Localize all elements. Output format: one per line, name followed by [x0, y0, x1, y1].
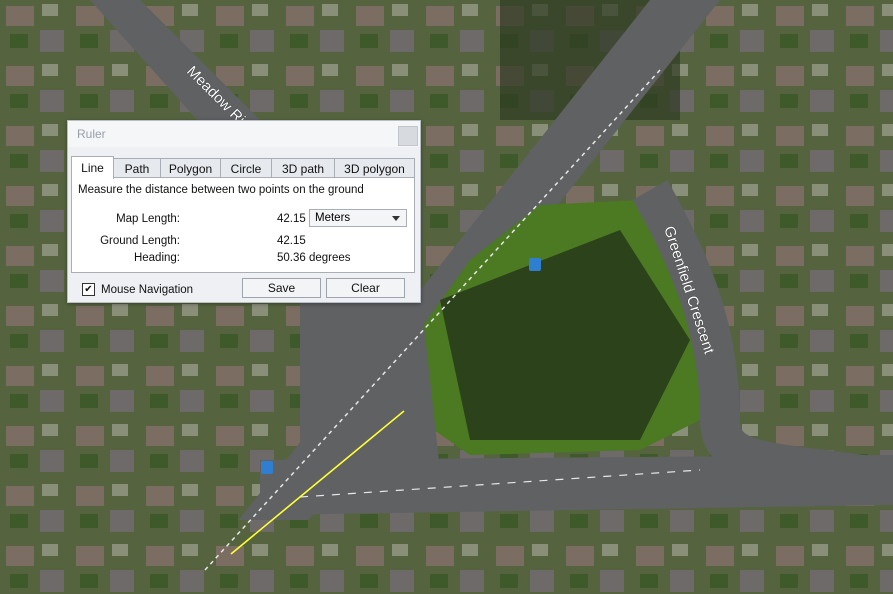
close-button[interactable]: [398, 126, 418, 146]
ruler-title: Ruler: [77, 127, 106, 141]
map-length-value: 42.15: [277, 213, 306, 225]
tab-3d-path[interactable]: 3D path: [271, 158, 335, 178]
mouse-navigation-checkbox[interactable]: ✔: [82, 283, 95, 296]
tab-path[interactable]: Path: [113, 158, 161, 178]
ruler-titlebar[interactable]: Ruler: [68, 121, 420, 147]
chevron-down-icon: [392, 216, 400, 221]
mouse-navigation-label: Mouse Navigation: [101, 283, 194, 296]
mouse-navigation-toggle[interactable]: ✔ Mouse Navigation: [82, 283, 193, 296]
ground-length-label: Ground Length:: [100, 235, 180, 247]
bus-stop-icon[interactable]: [529, 258, 541, 271]
save-button[interactable]: Save: [242, 278, 321, 298]
clear-button[interactable]: Clear: [326, 278, 405, 298]
line-panel: Measure the distance between two points …: [71, 177, 415, 273]
units-selected-value: Meters: [315, 212, 351, 224]
ruler-tabs: Line Path Polygon Circle 3D path 3D poly…: [71, 156, 415, 179]
map-length-label: Map Length:: [116, 213, 180, 225]
tab-polygon[interactable]: Polygon: [160, 158, 221, 178]
bus-stop-icon[interactable]: [261, 461, 273, 474]
tab-3d-polygon[interactable]: 3D polygon: [334, 158, 415, 178]
heading-value: 50.36 degrees: [277, 252, 351, 264]
tab-line[interactable]: Line: [71, 156, 114, 179]
measure-description: Measure the distance between two points …: [78, 184, 364, 196]
units-select[interactable]: Meters: [309, 209, 407, 227]
tab-circle[interactable]: Circle: [220, 158, 272, 178]
heading-label: Heading:: [133, 252, 180, 264]
ground-length-value: 42.15: [277, 235, 306, 247]
ruler-dialog: Ruler Line Path Polygon Circle 3D path 3…: [67, 120, 421, 303]
